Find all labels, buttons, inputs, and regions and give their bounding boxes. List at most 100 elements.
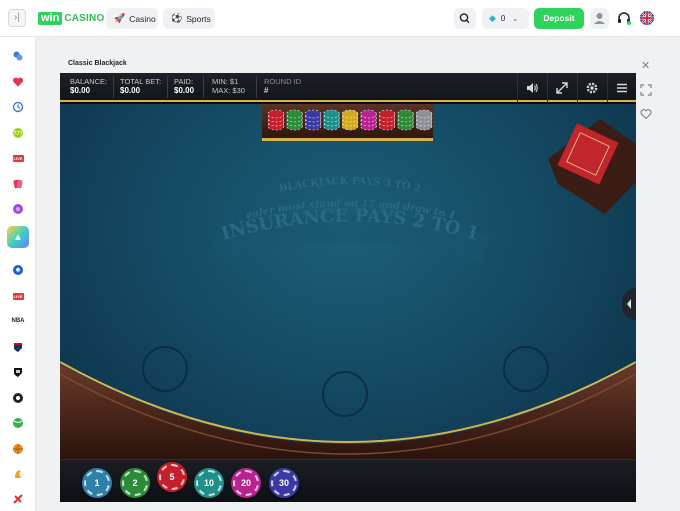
hud-divider (113, 76, 114, 98)
game-hud: BALANCE: $0.00 TOTAL BET: $0.00 PAID: $0… (60, 73, 636, 102)
hud-balance-value: $0.00 (70, 86, 91, 95)
sound-button[interactable] (517, 73, 546, 102)
sidebar: 777 LIVE LIVE NBA (0, 37, 36, 511)
live-sports-icon: LIVE (12, 292, 24, 300)
sidebar-item-nhl[interactable] (11, 365, 25, 379)
hud-paid-value: $0.00 (174, 86, 195, 95)
nfl-icon (14, 343, 22, 352)
support-button[interactable] (614, 8, 634, 29)
blackjack-table: BLACKJACK PAYS 3 TO 2 Dealer must stand … (60, 104, 636, 459)
sidebar-item-horse-racing[interactable] (11, 467, 25, 481)
svg-text:777: 777 (13, 131, 23, 137)
sidebar-item-dice[interactable] (11, 202, 25, 216)
sidebar-item-esports[interactable] (11, 492, 25, 506)
tray-chip-stack (360, 109, 377, 131)
chip-2[interactable]: 2 (120, 468, 150, 498)
user-icon (594, 13, 605, 24)
sidebar-item-nba[interactable]: NBA (11, 314, 25, 328)
sidebar-item-soccer[interactable] (11, 263, 25, 277)
tab-casino[interactable]: 🚀 Casino (106, 8, 158, 29)
sidebar-item-slots[interactable]: 777 (11, 126, 25, 140)
hud-limits: MIN: $1 MAX: $30 (212, 77, 245, 95)
close-game-button[interactable]: ✕ (641, 59, 650, 72)
hud-divider (256, 76, 257, 98)
slots-icon: 777 (13, 128, 23, 138)
tab-sports[interactable]: ⚽ Sports (163, 8, 215, 29)
chevron-down-icon: ⌄ (512, 15, 519, 23)
brand-logo[interactable]: win CASINO (38, 11, 104, 25)
nba-icon: NBA (11, 318, 25, 324)
history-icon (12, 101, 24, 113)
soccer-icon (13, 265, 23, 275)
side-panel-toggle[interactable] (622, 288, 636, 320)
logo-win: win (38, 11, 63, 25)
hud-paid: PAID: $0.00 (174, 77, 194, 95)
balance-dropdown[interactable]: ◆ 0 ⌄ (482, 8, 529, 29)
soccer-ball-icon: ⚽ (171, 13, 183, 23)
menu-button[interactable] (607, 73, 636, 102)
headset-icon (618, 12, 631, 25)
sidebar-item-football[interactable] (11, 391, 25, 405)
fullscreen-icon (640, 84, 652, 96)
chip-30-label: 30 (278, 478, 289, 488)
sidebar-item-featured[interactable] (7, 226, 29, 248)
tray-chip-stack (304, 109, 322, 131)
tray-chip-stack (341, 109, 359, 131)
game-title: Classic Blackjack (68, 60, 127, 67)
horse-racing-icon (15, 470, 21, 478)
tab-sports-label: Sports (186, 13, 211, 24)
sidebar-item-nfl[interactable] (11, 340, 25, 354)
football-icon (13, 393, 23, 403)
tray-chip-stack (286, 109, 303, 131)
diamond-icon: ◆ (489, 13, 496, 23)
hamburger-menu-icon (617, 83, 627, 92)
chip-10[interactable]: 10 (194, 468, 224, 498)
chip-selector-bar: 1 2 5 10 20 30 (60, 459, 636, 502)
chip-20[interactable]: 20 (231, 468, 261, 498)
dice-icon (13, 204, 23, 214)
balance-value: 0 (500, 14, 506, 23)
language-selector[interactable] (640, 11, 654, 25)
favorite-game-button[interactable] (640, 107, 652, 120)
search-icon (459, 13, 470, 24)
search-button[interactable] (454, 8, 476, 29)
chip-5[interactable]: 5 (157, 462, 187, 492)
hud-min-label: MIN: $1 (212, 77, 239, 86)
chevron-left-icon (627, 299, 631, 309)
sidebar-item-cards[interactable] (11, 177, 25, 191)
gear-icon (586, 82, 598, 93)
chip-20-label: 20 (240, 478, 251, 488)
chip-30[interactable]: 30 (269, 468, 299, 498)
hud-total-bet-label: TOTAL BET: (120, 77, 162, 86)
game-frame[interactable]: BALANCE: $0.00 TOTAL BET: $0.00 PAID: $0… (60, 73, 636, 502)
sidebar-item-history[interactable] (11, 100, 25, 114)
hud-round-id: ROUND ID # (264, 77, 301, 95)
expand-button[interactable] (547, 73, 576, 102)
chip-1[interactable]: 1 (82, 468, 112, 498)
sidebar-item-live-casino[interactable]: LIVE (11, 151, 25, 165)
tray-chip-stack (267, 109, 285, 131)
sidebar-item-live-sports[interactable]: LIVE (11, 289, 25, 303)
hud-divider (167, 76, 168, 98)
close-icon: ✕ (641, 60, 651, 72)
tennis-icon (13, 418, 23, 428)
nhl-icon (14, 368, 22, 377)
settings-button[interactable] (577, 73, 606, 102)
hud-total-bet-value: $0.00 (120, 86, 141, 95)
collapse-sidebar-button[interactable]: ›| (8, 9, 26, 27)
deposit-button[interactable]: Deposit (534, 8, 584, 29)
sidebar-item-tennis[interactable] (11, 416, 25, 430)
sidebar-item-favorites[interactable] (11, 75, 25, 89)
user-profile-button[interactable] (590, 8, 609, 29)
speaker-icon (527, 82, 538, 93)
chip-stacks-layer (267, 109, 433, 131)
hud-round-id-label: ROUND ID (264, 77, 302, 86)
uk-flag-icon (640, 11, 654, 25)
logo-casino: CASINO (64, 12, 105, 24)
hud-max-label: MAX: $30 (212, 86, 245, 95)
top-bar: ›| win CASINO 🚀 Casino ⚽ Sports ◆ 0 ⌄ De… (0, 0, 680, 37)
sidebar-item-coins[interactable] (11, 49, 25, 63)
fullscreen-button[interactable] (640, 83, 652, 96)
tray-chip-stack (415, 109, 433, 131)
sidebar-item-basketball[interactable] (11, 442, 25, 456)
